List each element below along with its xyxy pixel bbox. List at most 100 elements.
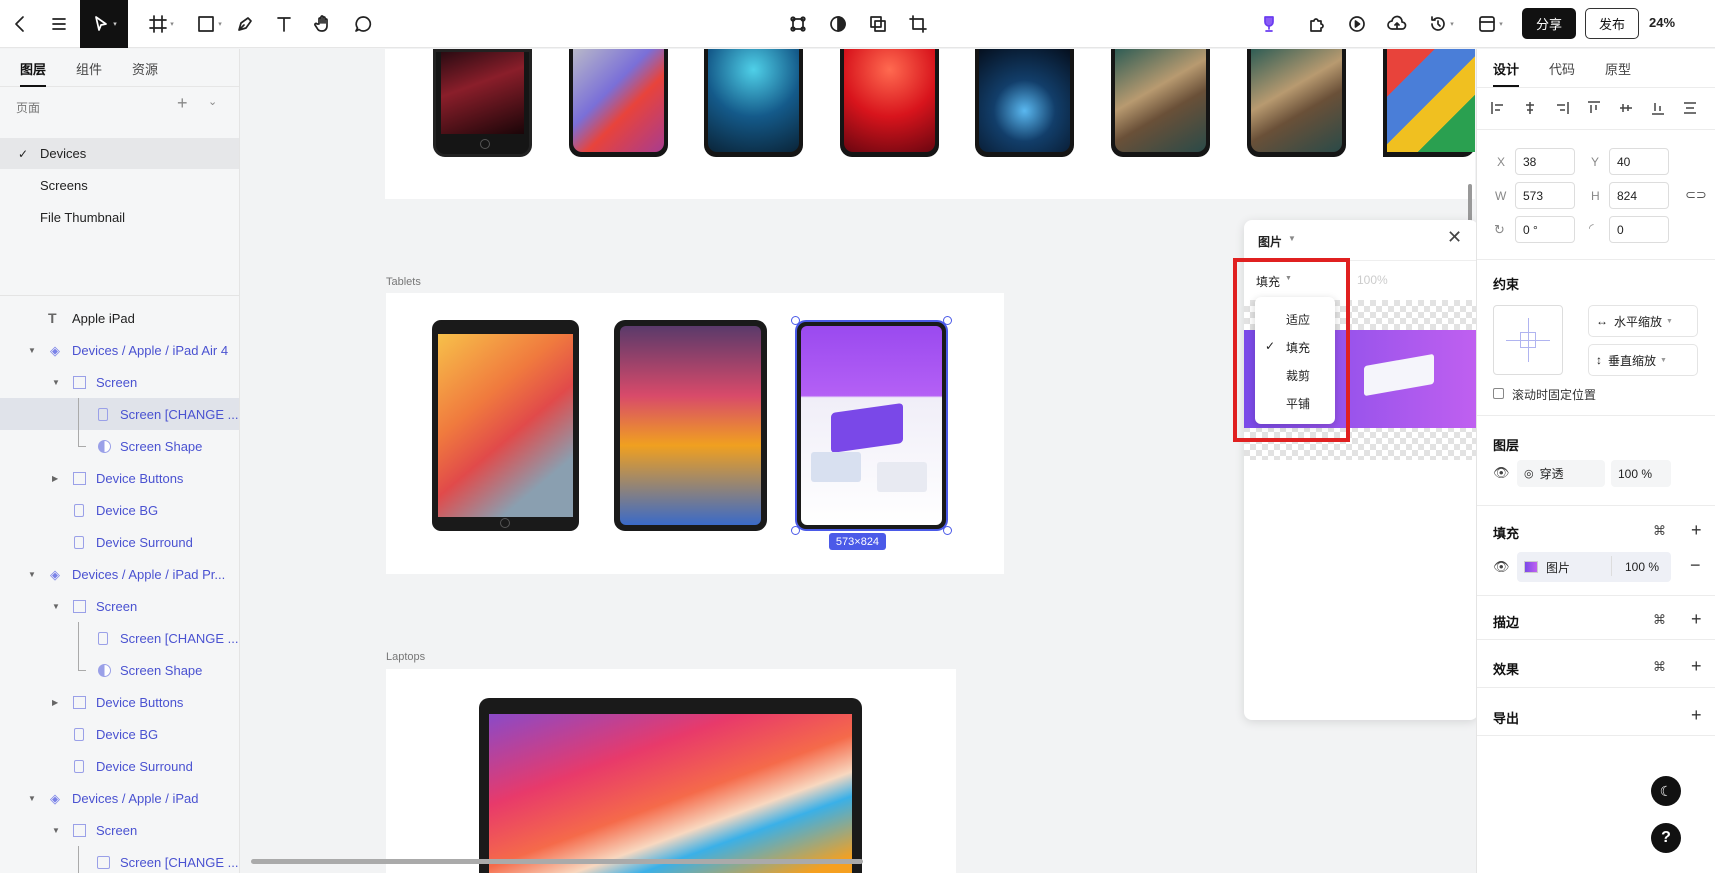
boolean-icon[interactable] <box>858 0 898 48</box>
add-fill-icon[interactable]: + <box>1691 521 1702 539</box>
layer-row[interactable]: ▼ ◈ Devices / Apple / iPad Pr... <box>0 558 239 590</box>
resize-handle[interactable] <box>943 316 952 325</box>
align-h-center-icon[interactable] <box>1523 101 1537 118</box>
constraint-box[interactable] <box>1493 305 1563 375</box>
resize-handle[interactable] <box>943 526 952 535</box>
component-icon[interactable] <box>778 0 818 48</box>
move-tool-icon[interactable]: ▾ <box>80 0 128 48</box>
share-button[interactable]: 分享 <box>1522 8 1576 39</box>
popup-title[interactable]: 图片 <box>1258 233 1282 250</box>
page-item-screens[interactable]: Screens <box>0 170 239 201</box>
align-v-center-icon[interactable] <box>1619 101 1633 118</box>
page-item-devices[interactable]: ✓ Devices <box>0 138 239 169</box>
device-iphone[interactable] <box>840 49 939 157</box>
tablets-frame[interactable]: 573×824 <box>386 293 1004 574</box>
vertical-constraint-select[interactable]: ↕ 垂直缩放 ▼ <box>1589 345 1697 375</box>
device-pixel[interactable] <box>1383 49 1475 157</box>
style-grid-icon[interactable]: ⌘ <box>1653 659 1666 675</box>
menu-icon[interactable] <box>39 0 79 48</box>
link-icon[interactable]: ⊂⊃ <box>1685 187 1707 203</box>
rotation-field[interactable]: 0 ° <box>1515 216 1575 243</box>
upload-icon[interactable] <box>1377 0 1417 48</box>
laptops-frame[interactable] <box>386 669 956 873</box>
eye-icon[interactable]: 👁 <box>1493 559 1510 575</box>
expand-icon[interactable]: ▼ <box>52 826 60 835</box>
style-grid-icon[interactable]: ⌘ <box>1653 523 1666 539</box>
tab-prototype[interactable]: 原型 <box>1605 59 1631 78</box>
collapse-icon[interactable]: ▶ <box>52 698 58 707</box>
device-ipad-pro[interactable] <box>614 320 767 531</box>
layout-icon[interactable]: ▾ <box>1467 0 1513 48</box>
layer-row[interactable]: T Apple iPad <box>0 302 239 334</box>
comment-tool-icon[interactable] <box>343 0 383 48</box>
plugin-icon[interactable] <box>1297 0 1337 48</box>
mask-icon[interactable] <box>818 0 858 48</box>
resize-handle[interactable] <box>791 526 800 535</box>
help-icon[interactable]: ? <box>1651 823 1681 853</box>
layer-row[interactable]: Device Surround <box>0 750 239 782</box>
expand-icon[interactable]: ▼ <box>28 794 36 803</box>
chevron-down-icon[interactable]: ⌄ <box>208 95 217 108</box>
publish-button[interactable]: 发布 <box>1585 8 1639 39</box>
hand-tool-icon[interactable] <box>303 0 343 48</box>
expand-icon[interactable]: ▼ <box>28 346 36 355</box>
chevron-down-icon[interactable]: ▼ <box>1288 234 1296 243</box>
device-pixel[interactable] <box>1111 49 1210 157</box>
layer-row[interactable]: ▼ Screen <box>0 366 239 398</box>
horizontal-constraint-select[interactable]: ↔ 水平缩放 ▼ <box>1589 306 1697 336</box>
style-grid-icon[interactable]: ⌘ <box>1653 612 1666 628</box>
layer-row[interactable]: Device Surround <box>0 526 239 558</box>
align-top-icon[interactable] <box>1587 101 1601 118</box>
expand-icon[interactable]: ▼ <box>52 378 60 387</box>
width-field[interactable]: 573 <box>1515 182 1575 209</box>
play-icon[interactable] <box>1337 0 1377 48</box>
add-effect-icon[interactable]: + <box>1691 657 1702 675</box>
device-macbook[interactable] <box>479 698 862 873</box>
layer-row[interactable]: ▼ Screen <box>0 814 239 846</box>
resize-handle[interactable] <box>791 316 800 325</box>
collapse-icon[interactable]: ▶ <box>52 474 58 483</box>
device-iphone[interactable] <box>704 49 803 157</box>
layer-row[interactable]: ▼ ◈ Devices / Apple / iPad Air 4 <box>0 334 239 366</box>
device-iphone[interactable] <box>975 49 1074 157</box>
align-right-icon[interactable] <box>1555 101 1569 118</box>
close-icon[interactable]: ✕ <box>1447 227 1462 248</box>
crop-icon[interactable] <box>898 0 938 48</box>
height-field[interactable]: 824 <box>1609 182 1669 209</box>
pen-tool-icon[interactable] <box>225 0 265 48</box>
expand-icon[interactable]: ▼ <box>52 602 60 611</box>
layer-row[interactable]: ▶ Device Buttons <box>0 686 239 718</box>
phones-frame[interactable] <box>385 49 1475 199</box>
y-field[interactable]: 40 <box>1609 148 1669 175</box>
device-iphone[interactable] <box>433 49 532 157</box>
layer-row[interactable]: Screen [CHANGE ... <box>0 622 239 654</box>
image-opacity[interactable]: 100% <box>1357 273 1388 287</box>
device-pixel[interactable] <box>1247 49 1346 157</box>
layer-row[interactable]: Screen [CHANGE ... <box>0 846 239 873</box>
remove-fill-icon[interactable]: − <box>1690 555 1701 576</box>
expand-icon[interactable]: ▼ <box>28 570 36 579</box>
eye-icon[interactable]: 👁 <box>1493 465 1510 481</box>
dark-mode-icon[interactable]: ☾ <box>1651 776 1681 806</box>
back-icon[interactable] <box>0 0 40 48</box>
page-item-file-thumbnail[interactable]: File Thumbnail <box>0 202 239 233</box>
device-iphone[interactable] <box>569 49 668 157</box>
tab-layers[interactable]: 图层 <box>20 59 47 87</box>
layer-row[interactable]: Device BG <box>0 718 239 750</box>
trophy-icon[interactable] <box>1249 0 1289 48</box>
device-ipad-air-selected[interactable] <box>791 316 952 535</box>
x-field[interactable]: 38 <box>1515 148 1575 175</box>
layer-row[interactable]: ▼ ◈ Devices / Apple / iPad <box>0 782 239 814</box>
layer-row[interactable]: ▶ Device Buttons <box>0 462 239 494</box>
fill-image-row[interactable]: 图片 100 % <box>1517 552 1671 582</box>
device-ipad[interactable] <box>432 320 579 531</box>
layer-row[interactable]: ▼ Screen <box>0 590 239 622</box>
add-page-icon[interactable]: + <box>177 93 188 114</box>
layer-row[interactable]: Screen Shape <box>0 654 239 686</box>
layer-row-selected[interactable]: Screen [CHANGE ... <box>0 398 239 430</box>
add-stroke-icon[interactable]: + <box>1691 610 1702 628</box>
text-tool-icon[interactable] <box>264 0 304 48</box>
tab-assets[interactable]: 资源 <box>132 59 158 78</box>
align-bottom-icon[interactable] <box>1651 101 1665 118</box>
radius-field[interactable]: 0 <box>1609 216 1669 243</box>
